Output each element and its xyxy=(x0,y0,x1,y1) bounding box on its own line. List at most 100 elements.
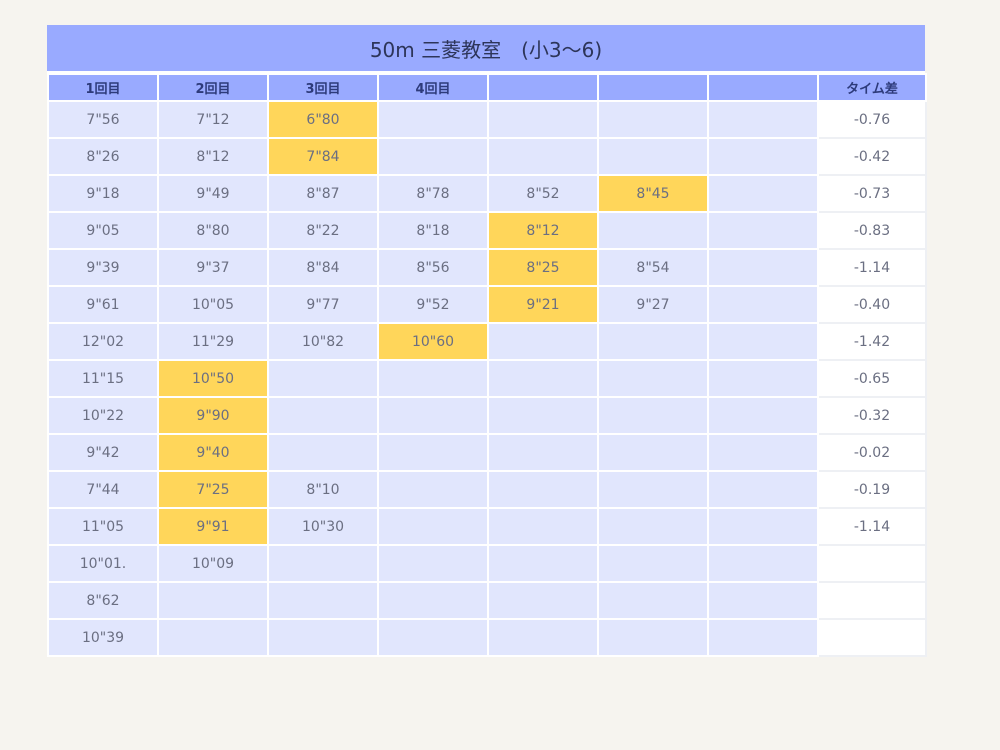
table-cell[interactable]: 9"42 xyxy=(47,433,159,472)
table-cell[interactable]: 6"80 xyxy=(267,100,379,139)
table-cell[interactable]: 9"37 xyxy=(157,248,269,287)
table-cell[interactable]: 8"78 xyxy=(377,174,489,213)
table-cell[interactable]: 9"21 xyxy=(487,285,599,324)
table-cell[interactable]: 8"62 xyxy=(47,581,159,620)
table-cell[interactable]: 10"50 xyxy=(157,359,269,398)
table-cell[interactable] xyxy=(597,544,709,583)
table-cell[interactable]: 10"22 xyxy=(47,396,159,435)
table-cell[interactable]: 7"25 xyxy=(157,470,269,509)
column-header-6[interactable] xyxy=(597,73,709,102)
table-cell[interactable] xyxy=(707,137,819,176)
column-header-2[interactable]: 2回目 xyxy=(157,73,269,102)
table-cell[interactable]: 7"84 xyxy=(267,137,379,176)
table-cell[interactable]: 7"12 xyxy=(157,100,269,139)
table-cell[interactable] xyxy=(597,433,709,472)
table-cell[interactable]: 9"91 xyxy=(157,507,269,546)
time-diff-cell[interactable] xyxy=(817,618,927,657)
table-cell[interactable] xyxy=(487,396,599,435)
table-cell[interactable] xyxy=(597,618,709,657)
table-cell[interactable]: 7"56 xyxy=(47,100,159,139)
table-cell[interactable]: 8"25 xyxy=(487,248,599,287)
table-cell[interactable] xyxy=(487,618,599,657)
table-cell[interactable] xyxy=(487,137,599,176)
table-cell[interactable] xyxy=(267,396,379,435)
table-cell[interactable] xyxy=(377,137,489,176)
column-header-5[interactable] xyxy=(487,73,599,102)
table-cell[interactable] xyxy=(597,137,709,176)
table-cell[interactable] xyxy=(707,100,819,139)
table-cell[interactable]: 8"26 xyxy=(47,137,159,176)
time-diff-cell[interactable]: -1.42 xyxy=(817,322,927,361)
table-cell[interactable] xyxy=(487,322,599,361)
table-cell[interactable] xyxy=(487,470,599,509)
table-cell[interactable]: 10"60 xyxy=(377,322,489,361)
table-cell[interactable]: 8"80 xyxy=(157,211,269,250)
column-header-3[interactable]: 3回目 xyxy=(267,73,379,102)
table-cell[interactable] xyxy=(597,100,709,139)
table-cell[interactable]: 9"39 xyxy=(47,248,159,287)
table-cell[interactable] xyxy=(377,100,489,139)
table-cell[interactable] xyxy=(487,359,599,398)
table-cell[interactable]: 11"15 xyxy=(47,359,159,398)
table-cell[interactable] xyxy=(707,211,819,250)
table-cell[interactable] xyxy=(377,618,489,657)
table-cell[interactable] xyxy=(707,322,819,361)
table-cell[interactable]: 12"02 xyxy=(47,322,159,361)
table-cell[interactable] xyxy=(707,359,819,398)
table-cell[interactable] xyxy=(707,470,819,509)
table-cell[interactable]: 9"61 xyxy=(47,285,159,324)
column-header-8[interactable]: タイム差 xyxy=(817,73,927,102)
table-cell[interactable]: 8"22 xyxy=(267,211,379,250)
column-header-4[interactable]: 4回目 xyxy=(377,73,489,102)
table-cell[interactable]: 8"52 xyxy=(487,174,599,213)
table-cell[interactable] xyxy=(707,285,819,324)
table-cell[interactable]: 9"40 xyxy=(157,433,269,472)
table-cell[interactable] xyxy=(487,433,599,472)
table-cell[interactable] xyxy=(597,396,709,435)
table-cell[interactable] xyxy=(487,544,599,583)
column-header-7[interactable] xyxy=(707,73,819,102)
table-cell[interactable]: 9"52 xyxy=(377,285,489,324)
table-cell[interactable]: 11"05 xyxy=(47,507,159,546)
table-cell[interactable] xyxy=(377,544,489,583)
table-cell[interactable]: 8"18 xyxy=(377,211,489,250)
table-cell[interactable] xyxy=(597,322,709,361)
table-cell[interactable] xyxy=(377,581,489,620)
table-cell[interactable]: 8"10 xyxy=(267,470,379,509)
time-diff-cell[interactable]: -0.19 xyxy=(817,470,927,509)
table-cell[interactable] xyxy=(157,618,269,657)
time-diff-cell[interactable]: -0.40 xyxy=(817,285,927,324)
time-diff-cell[interactable]: -0.02 xyxy=(817,433,927,472)
time-diff-cell[interactable]: -0.42 xyxy=(817,137,927,176)
time-diff-cell[interactable]: -0.76 xyxy=(817,100,927,139)
time-diff-cell[interactable] xyxy=(817,581,927,620)
table-cell[interactable]: 9"18 xyxy=(47,174,159,213)
time-diff-cell[interactable]: -1.14 xyxy=(817,248,927,287)
table-cell[interactable]: 10"05 xyxy=(157,285,269,324)
table-cell[interactable]: 8"84 xyxy=(267,248,379,287)
table-cell[interactable] xyxy=(707,396,819,435)
table-cell[interactable] xyxy=(267,359,379,398)
column-header-1[interactable]: 1回目 xyxy=(47,73,159,102)
table-cell[interactable] xyxy=(597,359,709,398)
table-cell[interactable] xyxy=(267,581,379,620)
table-cell[interactable] xyxy=(707,507,819,546)
table-cell[interactable] xyxy=(707,581,819,620)
table-cell[interactable]: 9"27 xyxy=(597,285,709,324)
table-cell[interactable]: 8"56 xyxy=(377,248,489,287)
table-cell[interactable]: 7"44 xyxy=(47,470,159,509)
table-cell[interactable]: 11"29 xyxy=(157,322,269,361)
table-cell[interactable]: 9"77 xyxy=(267,285,379,324)
table-cell[interactable] xyxy=(707,174,819,213)
table-cell[interactable] xyxy=(377,470,489,509)
table-cell[interactable]: 10"01. xyxy=(47,544,159,583)
table-cell[interactable] xyxy=(487,581,599,620)
table-cell[interactable] xyxy=(597,211,709,250)
table-cell[interactable] xyxy=(597,581,709,620)
table-cell[interactable]: 8"12 xyxy=(157,137,269,176)
table-cell[interactable] xyxy=(377,396,489,435)
table-cell[interactable] xyxy=(377,507,489,546)
table-cell[interactable]: 8"87 xyxy=(267,174,379,213)
table-cell[interactable] xyxy=(707,433,819,472)
table-cell[interactable]: 10"82 xyxy=(267,322,379,361)
